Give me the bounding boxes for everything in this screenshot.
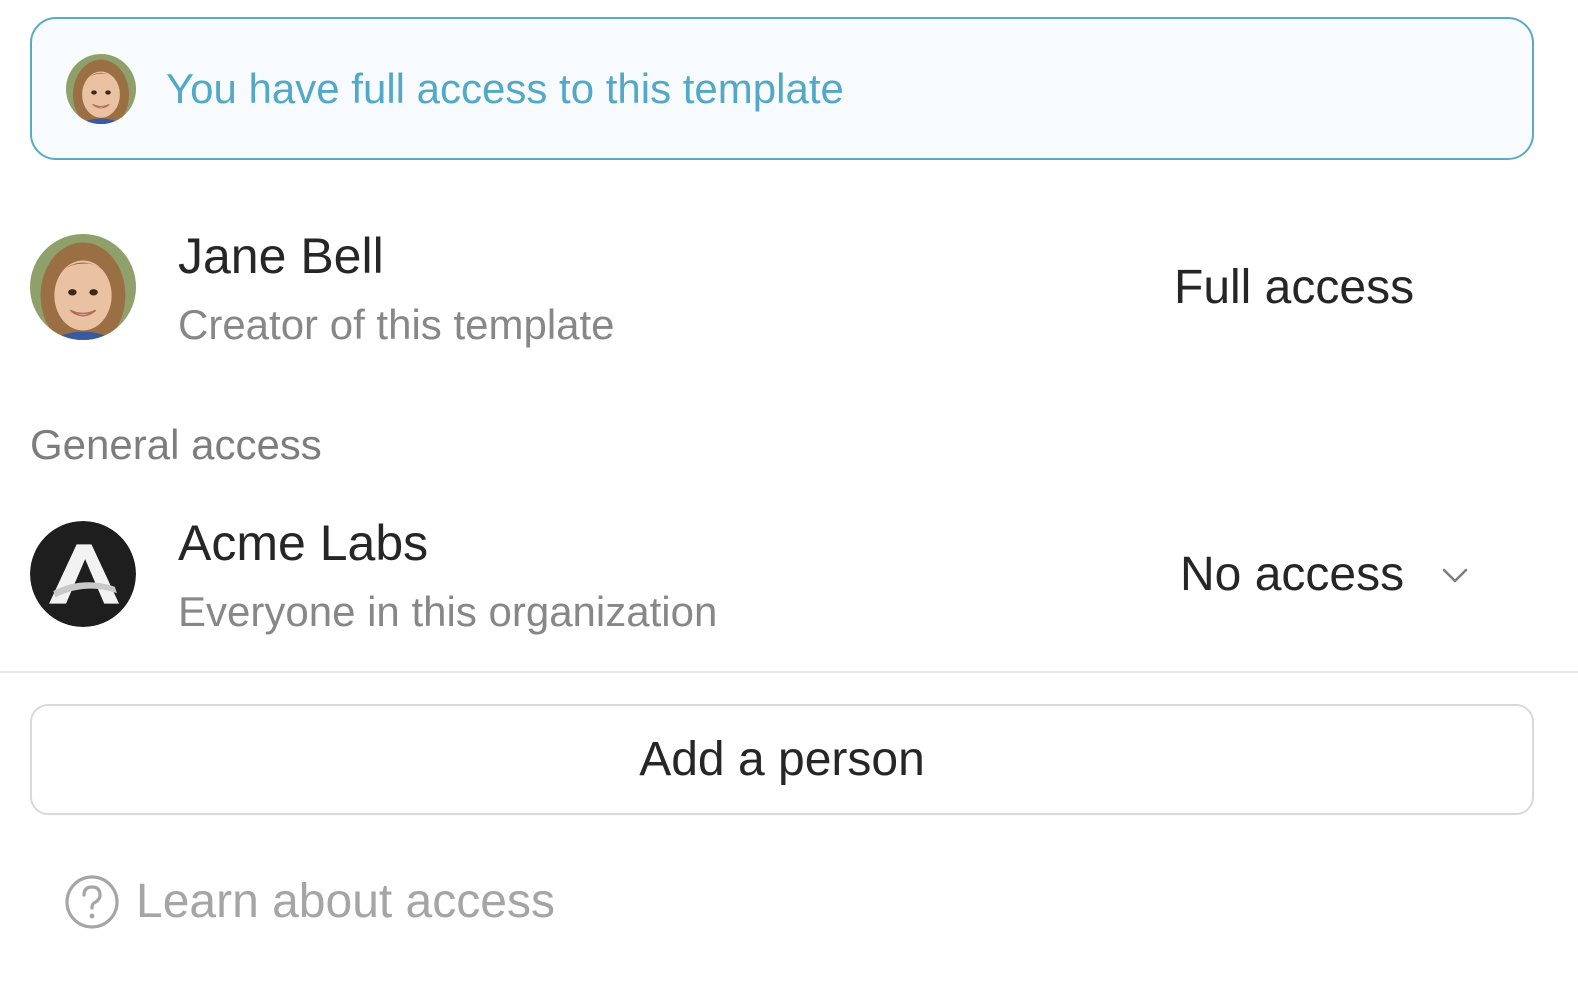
share-access-panel: You have full access to this template Ja…: [0, 0, 1578, 982]
add-person-button[interactable]: Add a person: [30, 704, 1534, 815]
user-avatar-icon: [66, 54, 136, 124]
general-access-dropdown[interactable]: No access: [1180, 540, 1472, 610]
learn-about-access-label: Learn about access: [136, 875, 555, 928]
creator-avatar: [30, 234, 136, 340]
acme-labs-logo-icon: [30, 521, 136, 627]
general-access-heading: General access: [30, 421, 322, 468]
user-avatar-icon: [30, 234, 136, 340]
creator-access-level: Full access: [1174, 261, 1415, 314]
banner-message: You have full access to this template: [166, 65, 844, 112]
divider: [0, 671, 1578, 673]
general-access-level: No access: [1180, 548, 1405, 601]
org-name: Acme Labs: [178, 515, 429, 571]
org-avatar: [30, 521, 136, 627]
creator-name: Jane Bell: [178, 228, 384, 284]
chevron-down-icon: [1442, 568, 1468, 583]
learn-about-access-link[interactable]: Learn about access: [64, 868, 555, 936]
banner-avatar: [66, 54, 136, 124]
org-subtitle: Everyone in this organization: [178, 588, 718, 635]
creator-subtitle: Creator of this template: [178, 301, 615, 348]
help-circle-icon: [65, 875, 119, 929]
